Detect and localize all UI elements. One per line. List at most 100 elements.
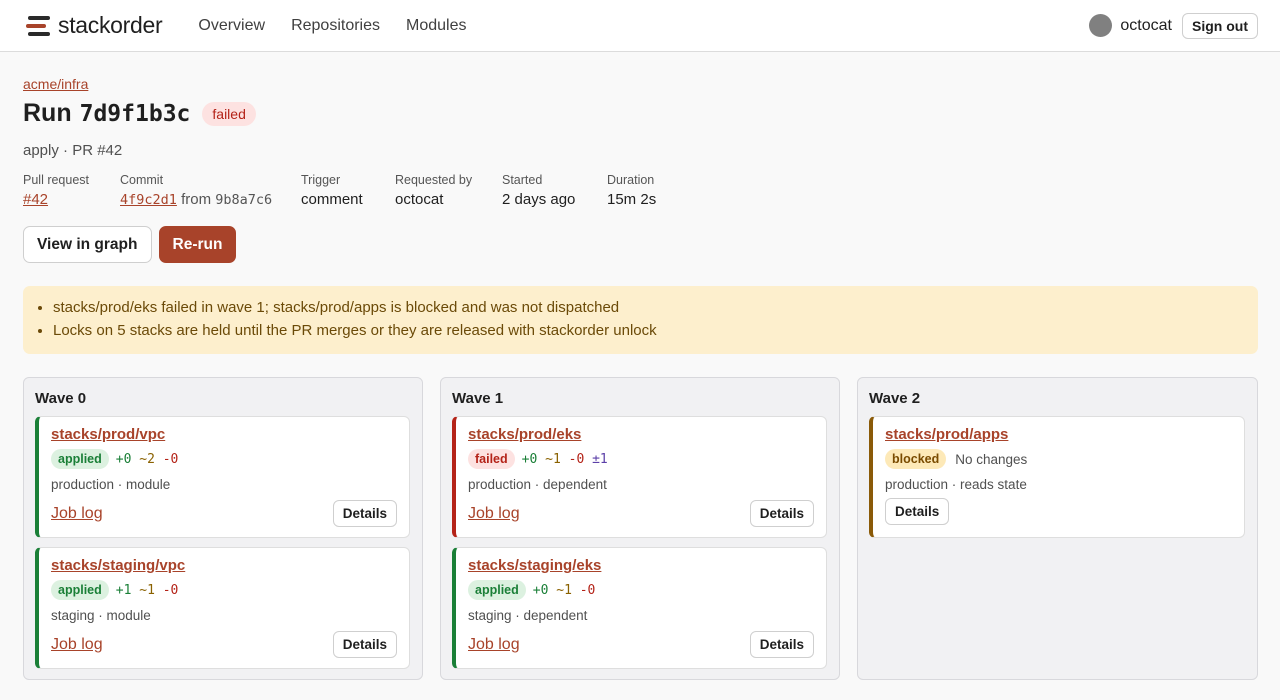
- status-badge: blocked: [885, 449, 947, 469]
- commit-value: 4f9c2d1 from 9b8a7c6: [120, 191, 301, 208]
- details-button[interactable]: Details: [885, 498, 950, 525]
- details-button[interactable]: Details: [332, 500, 397, 527]
- details-button[interactable]: Details: [332, 631, 397, 658]
- requested-by-value: octocat: [395, 191, 444, 208]
- diff-destroy: -0: [162, 582, 179, 598]
- status-badge: applied: [51, 449, 109, 469]
- diff-change: ~1: [556, 582, 572, 598]
- meta-started: Started 2 days ago: [502, 173, 607, 208]
- stack-card: stacks/prod/vpc applied +0 ~2 -0 product…: [35, 416, 410, 538]
- stack-name-link[interactable]: stacks/prod/apps: [885, 426, 1008, 443]
- stackorder-logo-icon: [26, 15, 52, 37]
- status-badge: failed: [468, 449, 515, 469]
- diff-change: ~1: [139, 582, 155, 598]
- stack-footer: Job log Details: [468, 500, 814, 527]
- job-log-link[interactable]: Job log: [468, 636, 520, 654]
- diff-destroy: -0: [568, 451, 585, 467]
- brand[interactable]: stackorder: [26, 12, 163, 39]
- meta-label: Requested by: [395, 173, 473, 187]
- meta-label: Trigger: [301, 173, 341, 187]
- meta-commit: Commit 4f9c2d1 from 9b8a7c6: [120, 173, 301, 208]
- diff-summary: +0 ~1 -0: [533, 583, 596, 598]
- sign-out-button[interactable]: Sign out: [1182, 12, 1258, 39]
- wave-title: Wave 2: [869, 390, 921, 407]
- run-meta: Pull request #42 Commit 4f9c2d1 from 9b8…: [23, 173, 1258, 208]
- started-value: 2 days ago: [502, 191, 576, 208]
- commit-link[interactable]: 4f9c2d1: [120, 192, 177, 208]
- diff-change: ~1: [545, 451, 561, 467]
- stack-footer: Details: [885, 498, 1232, 525]
- nav-repositories[interactable]: Repositories: [291, 17, 380, 35]
- meta-label: Pull request: [23, 173, 90, 187]
- meta-label: Duration: [607, 173, 655, 187]
- stack-name-link[interactable]: stacks/staging/eks: [468, 557, 601, 574]
- user-menu: octocat Sign out: [1089, 12, 1258, 39]
- diff-add: +0: [521, 451, 538, 467]
- wave-1: Wave 1 stacks/prod/eks failed +0 ~1 -0 ±…: [440, 377, 840, 680]
- pull-request-link[interactable]: #42: [23, 191, 120, 208]
- duration-value: 15m 2s: [607, 191, 657, 208]
- title-label: Run: [23, 99, 72, 127]
- username: octocat: [1120, 16, 1172, 34]
- stack-footer: Job log Details: [468, 631, 814, 658]
- waves: Wave 0 stacks/prod/vpc applied +0 ~2 -0 …: [23, 377, 1258, 680]
- wave-0: Wave 0 stacks/prod/vpc applied +0 ~2 -0 …: [23, 377, 423, 680]
- diff-add: +1: [115, 582, 132, 598]
- meta-duration: Duration 15m 2s: [607, 173, 656, 208]
- stack-name-link[interactable]: stacks/staging/vpc: [51, 557, 185, 574]
- diff-summary: +0 ~2 -0: [116, 452, 179, 467]
- wave-title: Wave 0: [35, 390, 87, 407]
- diff-add: +0: [532, 582, 549, 598]
- notice-item: Locks on 5 stacks are held until the PR …: [53, 319, 1246, 342]
- stack-card: stacks/prod/apps blocked No changes prod…: [869, 416, 1245, 538]
- page-title: Run 7d9f1b3c failed: [23, 99, 1258, 128]
- job-log-link[interactable]: Job log: [51, 636, 103, 654]
- main-nav: Overview Repositories Modules: [198, 17, 466, 35]
- avatar[interactable]: [1089, 14, 1113, 37]
- meta-trigger: Trigger comment: [301, 173, 395, 208]
- view-in-graph-button[interactable]: View in graph: [23, 226, 152, 263]
- stack-meta: staging · dependent: [468, 608, 588, 623]
- trigger-value: comment: [301, 191, 363, 208]
- diff-add: +0: [115, 451, 132, 467]
- stack-status-row: blocked No changes: [885, 449, 1232, 469]
- top-bar: stackorder Overview Repositories Modules…: [0, 0, 1280, 52]
- diff-destroy: -0: [579, 582, 596, 598]
- stack-status-row: failed +0 ~1 -0 ±1: [468, 449, 814, 469]
- stack-meta: staging · module: [51, 608, 151, 623]
- stack-meta: production · module: [51, 477, 171, 492]
- meta-requested-by: Requested by octocat: [395, 173, 502, 208]
- brand-name: stackorder: [58, 12, 163, 38]
- notice-item: stacks/prod/eks failed in wave 1; stacks…: [53, 296, 1246, 319]
- nav-modules[interactable]: Modules: [406, 17, 466, 35]
- job-log-link[interactable]: Job log: [468, 505, 520, 523]
- run-actions: View in graph Re-run: [23, 226, 1258, 263]
- diff-change: ~2: [139, 451, 155, 467]
- meta-pull-request: Pull request #42: [23, 173, 120, 208]
- wave-title: Wave 1: [452, 390, 504, 407]
- stack-card: stacks/staging/eks applied +0 ~1 -0 stag…: [452, 547, 827, 669]
- details-button[interactable]: Details: [749, 500, 814, 527]
- run-page: acme/infra Run 7d9f1b3c failed apply · P…: [0, 52, 1280, 680]
- stack-status-row: applied +1 ~1 -0: [51, 580, 397, 600]
- meta-label: Started: [502, 173, 543, 187]
- run-notice: stacks/prod/eks failed in wave 1; stacks…: [23, 286, 1258, 354]
- stack-footer: Job log Details: [51, 500, 397, 527]
- diff-summary: +1 ~1 -0: [116, 583, 179, 598]
- stack-card: stacks/prod/eks failed +0 ~1 -0 ±1 produ…: [452, 416, 827, 538]
- stack-name-link[interactable]: stacks/prod/vpc: [51, 426, 165, 443]
- rerun-button[interactable]: Re-run: [158, 226, 237, 263]
- nav-overview[interactable]: Overview: [198, 17, 265, 35]
- details-button[interactable]: Details: [749, 631, 814, 658]
- breadcrumb[interactable]: acme/infra: [23, 76, 88, 92]
- commit-parent: 9b8a7c6: [215, 192, 273, 208]
- commit-from-text: from: [181, 191, 212, 208]
- status-badge: applied: [468, 580, 526, 600]
- stack-status-row: applied +0 ~2 -0: [51, 449, 397, 469]
- run-hash: 7d9f1b3c: [79, 100, 191, 127]
- wave-2: Wave 2 stacks/prod/apps blocked No chang…: [857, 377, 1258, 680]
- status-badge: failed: [202, 101, 256, 126]
- job-log-link[interactable]: Job log: [51, 505, 103, 523]
- stack-name-link[interactable]: stacks/prod/eks: [468, 426, 581, 443]
- status-badge: applied: [51, 580, 109, 600]
